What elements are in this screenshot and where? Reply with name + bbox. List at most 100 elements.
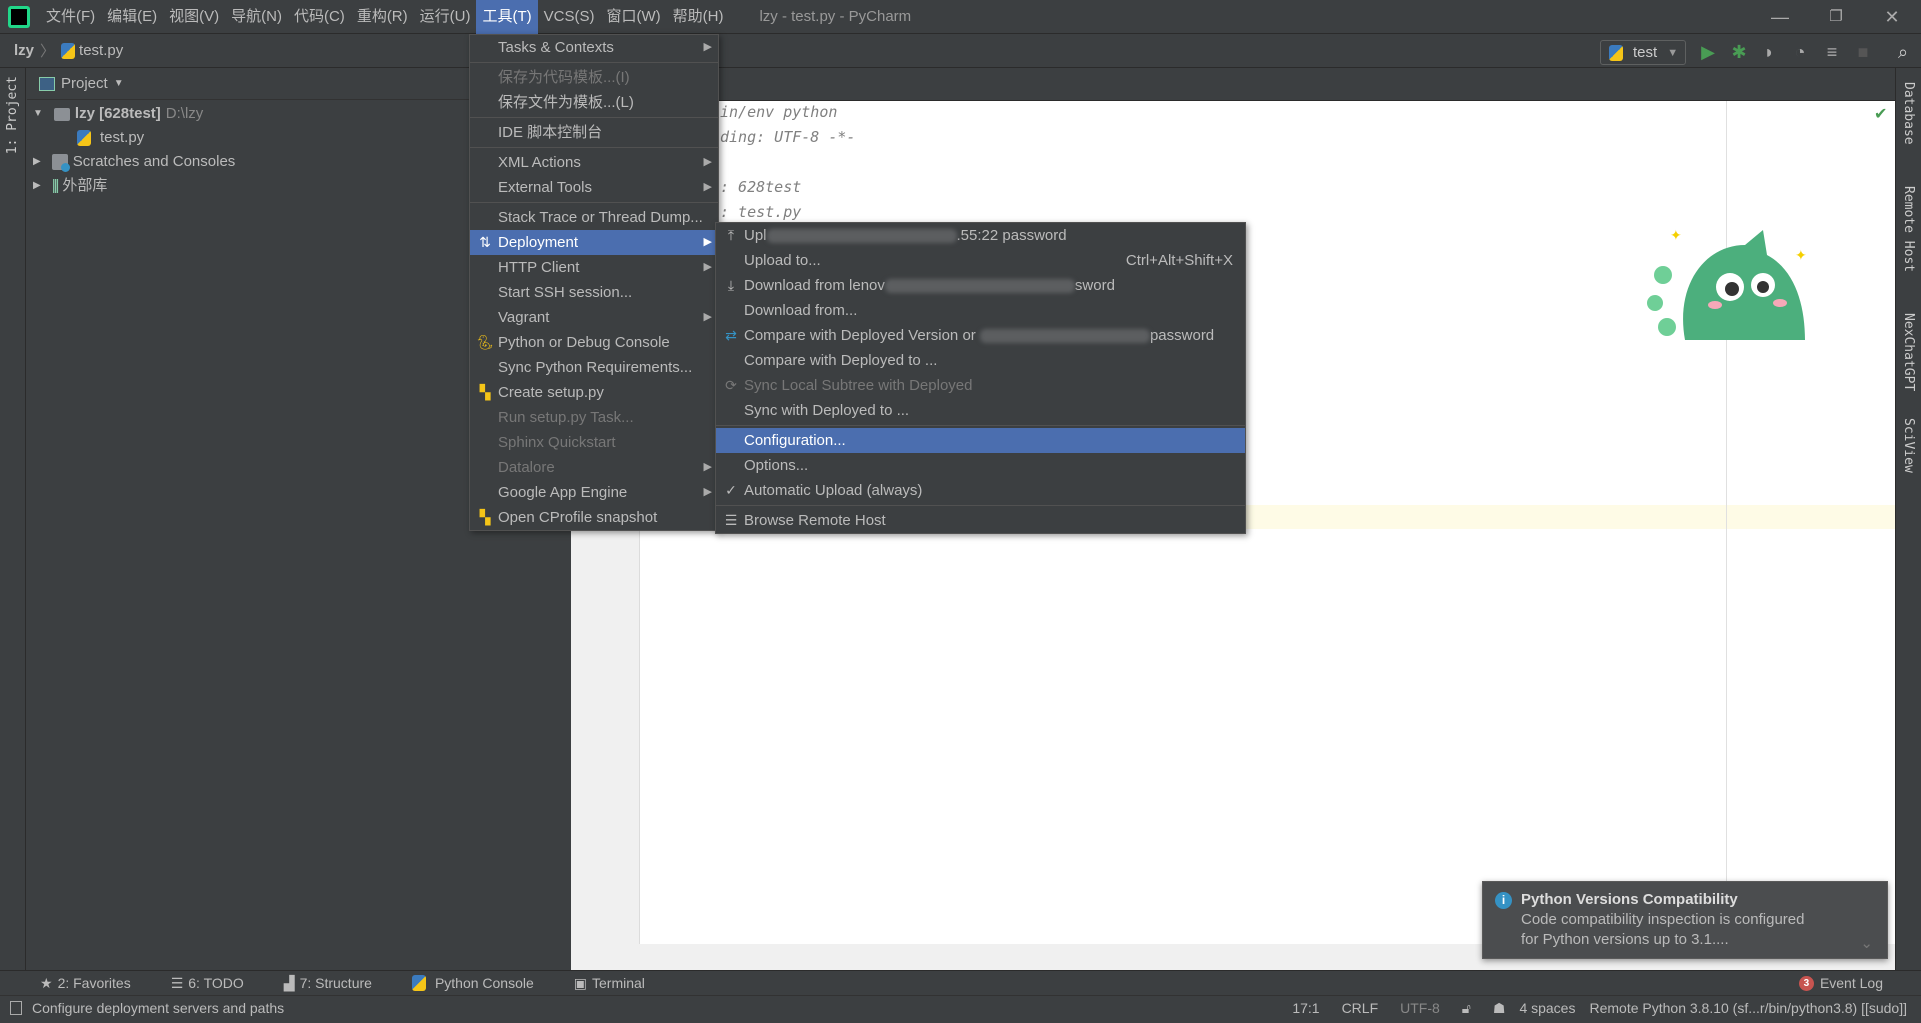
menu-item[interactable]: Tasks & Contexts ▶ (470, 35, 718, 60)
menu-item[interactable]: Start SSH session... (470, 280, 718, 305)
breadcrumb-project[interactable]: lzy (14, 42, 34, 59)
coverage-button[interactable]: ◗ (1759, 42, 1779, 62)
run-configuration-select[interactable]: test ▼ (1600, 40, 1686, 65)
search-button[interactable]: ⌕ (1893, 42, 1913, 62)
menu-item[interactable]: IDE 脚本控制台 (470, 120, 718, 145)
expand-chevron-icon[interactable]: ⌄ (1860, 934, 1873, 952)
menu-item-label: .55:22 password (956, 227, 1067, 244)
menu-item[interactable]: Sync Python Requirements... (470, 355, 718, 380)
editor-tab-bar (571, 68, 1895, 101)
lock-icon[interactable]: 🔓︎ (1462, 1000, 1471, 1017)
menu-item[interactable]: 🐍︎ Python or Debug Console (470, 330, 718, 355)
menu-item-label: Compare with Deployed to ... (744, 352, 938, 369)
database-tool-tab[interactable]: Database (1901, 82, 1916, 145)
menu-item[interactable]: Options... (716, 453, 1245, 478)
tree-item-external-libraries[interactable]: ▶ ||| 外部库 (33, 174, 107, 198)
menu-item[interactable]: HTTP Client ▶ (470, 255, 718, 280)
remote-host-tool-tab[interactable]: Remote Host (1901, 186, 1916, 272)
tree-item-project-root[interactable]: ▼ lzy [628test] D:\lzy (33, 102, 203, 126)
menu-item[interactable]: Vagrant ▶ (470, 305, 718, 330)
terminal-tool-button[interactable]: ▣ Terminal (560, 975, 657, 992)
interpreter-setting[interactable]: Remote Python 3.8.10 (sf...r/bin/python3… (1589, 1000, 1907, 1016)
menu-item[interactable]: 保存文件为模板...(L) (470, 90, 718, 115)
status-bar: Configure deployment servers and paths 1… (0, 995, 1921, 1020)
menu-item[interactable]: Download from... (716, 298, 1245, 323)
menu-item[interactable]: Configuration... (716, 428, 1245, 453)
inspection-ok-icon[interactable]: ✔ (1874, 104, 1887, 124)
menu-item-label: Sync with Deployed to ... (744, 402, 910, 419)
menu-item[interactable]: ⤓ Download from lenov sword (716, 273, 1245, 298)
toggle-tool-windows-icon[interactable] (10, 1001, 22, 1015)
menu-item[interactable]: External Tools ▶ (470, 175, 718, 200)
menu-item[interactable]: XML Actions ▶ (470, 150, 718, 175)
menu-item[interactable]: Compare with Deployed to ... (716, 348, 1245, 373)
submenu-arrow-icon: ▶ (703, 156, 712, 168)
menu-8[interactable]: VCS(S) (538, 0, 601, 34)
cprofile-icon: ▚ (479, 509, 491, 525)
python-console-tool-button[interactable]: Python Console (398, 975, 546, 991)
menu-item-label: Start SSH session... (498, 284, 633, 301)
menu-10[interactable]: 帮助(H) (667, 0, 730, 34)
tree-item-scratches[interactable]: ▶ Scratches and Consoles (33, 150, 235, 174)
notification-body-line: Code compatibility inspection is configu… (1521, 911, 1805, 928)
menu-3[interactable]: 导航(N) (225, 0, 288, 34)
project-view-select[interactable]: Project (61, 75, 108, 92)
line-separator[interactable]: CRLF (1342, 1000, 1379, 1016)
sciview-tool-tab[interactable]: SciView (1901, 418, 1916, 473)
close-button[interactable]: ✕ (1864, 0, 1920, 34)
caret-position[interactable]: 17:1 (1292, 1000, 1319, 1016)
tree-item-test-py[interactable]: test.py (77, 126, 144, 150)
menu-item[interactable]: ⇄ Compare with Deployed Version or passwo… (716, 323, 1245, 348)
code-line: : 628test (720, 178, 802, 196)
stop-button[interactable]: ■ (1853, 42, 1873, 62)
menu-4[interactable]: 代码(C) (288, 0, 351, 34)
menu-9[interactable]: 窗口(W) (600, 0, 666, 34)
menu-item[interactable]: ⤒ Upl .55:22 password (716, 223, 1245, 248)
menu-item[interactable]: Stack Trace or Thread Dump... (470, 205, 718, 230)
menu-item[interactable]: ☰ Browse Remote Host (716, 508, 1245, 533)
menu-item: ⟳ Sync Local Subtree with Deployed (716, 373, 1245, 398)
file-encoding[interactable]: UTF-8 (1400, 1000, 1440, 1016)
structure-tool-button[interactable]: ▟ 7: Structure (270, 975, 384, 992)
mascot-sticker-image: ✦✦ (1647, 227, 1807, 340)
favorites-tool-button[interactable]: ★ 2: Favorites (26, 975, 143, 992)
tool-label: Python Console (434, 975, 534, 991)
menu-item[interactable]: ✓ Automatic Upload (always) (716, 478, 1245, 503)
menu-0[interactable]: 文件(F) (40, 0, 101, 34)
nexchatgpt-tool-tab[interactable]: NexChatGPT (1901, 313, 1916, 391)
menu-item-label: Create setup.py (498, 384, 604, 401)
menu-7[interactable]: 工具(T) (476, 0, 538, 34)
menu-item[interactable]: Google App Engine ▶ (470, 480, 718, 505)
menu-item-label: Download from... (744, 302, 858, 319)
minimize-button[interactable]: — (1752, 0, 1808, 34)
restore-button[interactable]: ❐ (1808, 0, 1864, 34)
menu-2[interactable]: 视图(V) (163, 0, 225, 34)
chevron-down-icon[interactable]: ▼ (114, 78, 124, 89)
menu-1[interactable]: 编辑(E) (101, 0, 163, 34)
menu-item[interactable]: ⇅ Deployment ▶ (470, 230, 718, 255)
debug-button[interactable]: ✱ (1729, 42, 1749, 62)
project-tool-tab[interactable]: 1: Project (5, 76, 20, 154)
menu-separator (470, 202, 718, 203)
concurrency-button[interactable]: ≡ (1822, 42, 1842, 62)
profile-button[interactable]: ◔ (1790, 42, 1810, 62)
breadcrumb-file[interactable]: test.py (79, 42, 123, 59)
menu-item-label: Tasks & Contexts (498, 39, 614, 56)
menu-item[interactable]: ▚ Create setup.py (470, 380, 718, 405)
code-line: : test.py (720, 203, 802, 221)
menu-item[interactable]: Sync with Deployed to ... (716, 398, 1245, 423)
menu-item[interactable]: Upload to... Ctrl+Alt+Shift+X (716, 248, 1245, 273)
todo-tool-button[interactable]: ☰ 6: TODO (157, 975, 256, 992)
notification-balloon[interactable]: i Python Versions Compatibility Code com… (1482, 881, 1888, 959)
menu-5[interactable]: 重构(R) (351, 0, 414, 34)
redacted-region (979, 329, 1150, 344)
inspector-icon[interactable]: ☗ (1493, 1000, 1506, 1017)
menu-item[interactable]: ▚ Open CProfile snapshot (470, 505, 718, 530)
menu-6[interactable]: 运行(U) (414, 0, 477, 34)
menu-item-label: 保存文件为模板...(L) (498, 94, 634, 111)
run-button[interactable]: ▶ (1698, 42, 1718, 62)
python-file-icon (61, 42, 76, 59)
svg-text:✦: ✦ (1795, 247, 1807, 263)
event-log-button[interactable]: 3 Event Log (1798, 975, 1883, 991)
indent-setting[interactable]: 4 spaces (1519, 1000, 1575, 1016)
